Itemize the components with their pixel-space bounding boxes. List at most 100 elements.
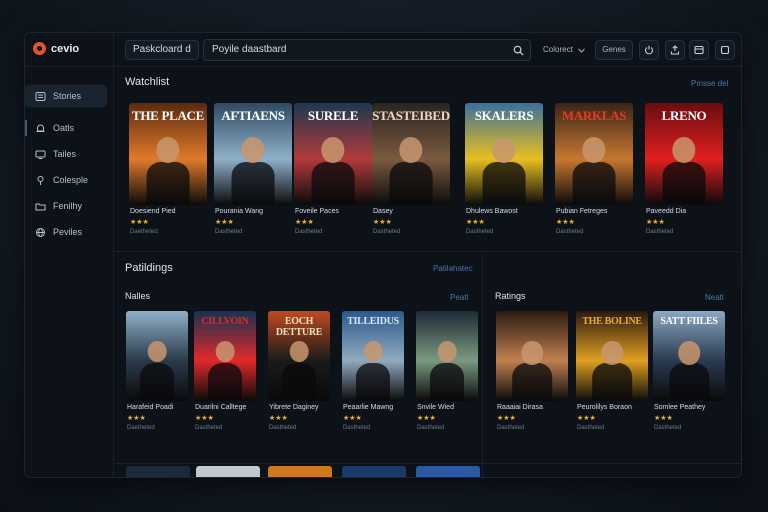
movie-poster[interactable]: SURELE xyxy=(294,103,372,205)
app-logo[interactable]: cevio xyxy=(33,42,79,55)
search-icon[interactable] xyxy=(513,45,524,56)
movie-title[interactable]: Peaarlie Mawng xyxy=(343,404,393,411)
movie-title[interactable]: Peurolilys Boraon xyxy=(577,404,632,411)
poster-title: SATT FIILES xyxy=(660,316,718,327)
poster-figure-head xyxy=(215,340,235,362)
rating-stars: ★★★ xyxy=(497,415,516,422)
movie-title[interactable]: Pubian Fetreges xyxy=(556,208,607,215)
sidebar-item-stories[interactable]: Stories xyxy=(25,85,107,107)
movie-title[interactable]: Paveedd Dia xyxy=(646,208,686,215)
poster-figure-head xyxy=(601,340,623,366)
ratings-title: Ratings xyxy=(495,291,526,301)
poster-figure-head xyxy=(147,340,167,362)
rating-stars: ★★★ xyxy=(373,219,392,226)
upload-button[interactable] xyxy=(665,40,685,60)
movie-poster[interactable] xyxy=(416,311,478,401)
sidebar-item-label: Peviles xyxy=(53,227,83,237)
movie-poster[interactable]: THE BOLINE xyxy=(576,311,648,401)
rating-stars: ★★★ xyxy=(195,415,214,422)
movie-poster[interactable]: STASTEIBED xyxy=(372,103,450,205)
genres-button[interactable]: Genes xyxy=(595,40,633,60)
movie-poster-peek[interactable] xyxy=(268,466,332,477)
paddings-link[interactable]: Patilahatec xyxy=(433,264,473,273)
movie-title[interactable]: Foveile Paces xyxy=(295,208,339,215)
movie-meta: Daetheted xyxy=(130,229,158,235)
rating-stars: ★★★ xyxy=(215,219,234,226)
filter-select[interactable]: Colorect xyxy=(543,40,585,60)
movie-poster-peek[interactable] xyxy=(126,466,190,477)
movie-title[interactable]: Somlee Peathey xyxy=(654,404,705,411)
movie-meta: Dastheted xyxy=(269,425,297,431)
poster-figure xyxy=(355,363,391,401)
upload-icon xyxy=(670,45,680,55)
watchlist-see-all-link[interactable]: Pmsse del xyxy=(691,79,728,88)
window-button[interactable] xyxy=(689,40,709,60)
poster-title: AFTIAENS xyxy=(221,108,285,123)
power-button[interactable] xyxy=(639,40,659,60)
movie-poster[interactable]: THE PLACE xyxy=(129,103,207,205)
movie-title[interactable]: Raaaiai Dirasa xyxy=(497,404,543,411)
movie-title[interactable]: Snvile Wied xyxy=(417,404,454,411)
movie-meta: Dastheted xyxy=(417,425,445,431)
movie-title[interactable]: Pourania Wang xyxy=(215,208,263,215)
movie-title[interactable]: Harafeid Poadi xyxy=(127,404,173,411)
movie-poster-peek[interactable] xyxy=(196,466,260,477)
breadcrumb[interactable]: Paskcloard d xyxy=(125,40,199,60)
poster-title: SURELE xyxy=(307,108,359,123)
rating-stars: ★★★ xyxy=(343,415,362,422)
movie-poster-peek[interactable] xyxy=(342,466,406,477)
movie-poster[interactable]: CILLVOIN xyxy=(194,311,256,401)
movie-meta: Dastheted xyxy=(373,229,401,235)
watchlist-title: Watchlist xyxy=(125,76,170,88)
poster-figure xyxy=(592,363,632,401)
movie-poster[interactable]: AFTIAENS xyxy=(214,103,292,205)
poster-figure-head xyxy=(321,136,345,164)
sidebar-item-peviles[interactable]: Peviles xyxy=(25,221,107,243)
search-input[interactable]: Poyile daastbard xyxy=(203,39,531,61)
movie-title[interactable]: Yibrete Daginey xyxy=(269,404,319,411)
movie-poster[interactable]: MARKLAS xyxy=(555,103,633,205)
rating-stars: ★★★ xyxy=(577,415,596,422)
movie-poster[interactable]: LRENO xyxy=(645,103,723,205)
section-divider xyxy=(113,251,741,252)
square-icon xyxy=(720,45,730,55)
movie-title[interactable]: Dasey xyxy=(373,208,393,215)
bell-icon xyxy=(36,124,45,132)
poster-title: CILLVOIN xyxy=(201,316,249,327)
poster-figure-head xyxy=(672,136,696,164)
movie-poster[interactable] xyxy=(126,311,188,401)
movie-poster[interactable]: EOCH DETTURE xyxy=(268,311,330,401)
poster-figure xyxy=(281,363,317,401)
movie-title[interactable]: Dhulews Bawost xyxy=(466,208,518,215)
poster-title: MARKLAS xyxy=(561,108,627,123)
movie-poster[interactable] xyxy=(496,311,568,401)
poster-figure xyxy=(662,162,706,205)
nailes-link[interactable]: Peatl xyxy=(450,293,468,302)
poster-figure-head xyxy=(156,136,180,164)
movie-poster-peek[interactable] xyxy=(416,466,480,477)
movie-poster[interactable]: TILLEIDUS xyxy=(342,311,404,401)
chevron-down-icon xyxy=(577,47,585,53)
ratings-link[interactable]: Neatl xyxy=(705,293,724,302)
movie-poster[interactable]: SKALERS xyxy=(465,103,543,205)
movie-title[interactable]: Duarilni Calltege xyxy=(195,404,246,411)
paddings-title: Patildings xyxy=(125,262,173,274)
sidebar-item-fenilhy[interactable]: Fenilhy xyxy=(25,195,107,217)
poster-figure xyxy=(207,363,243,401)
movie-meta: Dastheted xyxy=(646,229,674,235)
movie-meta: Dastheted xyxy=(215,229,243,235)
movie-title[interactable]: Doesiend Pied xyxy=(130,208,176,215)
movie-meta: Dastheted xyxy=(497,425,525,431)
movie-meta: Dastheted xyxy=(654,425,682,431)
movie-meta: Dastheted xyxy=(195,425,223,431)
sidebar-item-tailes[interactable]: Tailes xyxy=(25,143,107,165)
app-window: cevio Paskcloard d Poyile daastbard Colo… xyxy=(24,32,742,478)
sidebar-item-oatls[interactable]: Oatls xyxy=(25,117,107,139)
profile-button[interactable] xyxy=(715,40,735,60)
poster-figure xyxy=(231,162,275,205)
poster-figure-head xyxy=(437,340,457,362)
sidebar-item-colesple[interactable]: Colesple xyxy=(25,169,107,191)
poster-figure xyxy=(429,363,465,401)
rating-stars: ★★★ xyxy=(269,415,288,422)
movie-poster[interactable]: SATT FIILES xyxy=(653,311,725,401)
